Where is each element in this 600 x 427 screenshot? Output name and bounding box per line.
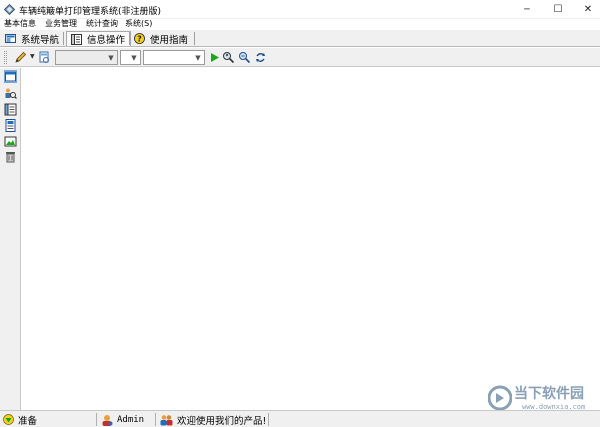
app-diamond-icon: [4, 4, 15, 15]
close-icon: ✕: [583, 4, 593, 15]
navigation-icon: [5, 34, 16, 43]
status-ready: 准备: [3, 413, 38, 427]
status-message: 欢迎使用我们的产品!: [160, 413, 267, 427]
watermark-logo-icon: [488, 385, 512, 411]
maximize-icon: ☐: [553, 4, 563, 15]
menu-basic-info[interactable]: 基本信息: [4, 19, 36, 29]
close-button[interactable]: ✕: [573, 0, 600, 19]
status-divider: [155, 413, 156, 426]
minimize-button[interactable]: ─: [512, 0, 542, 19]
edit-pencil-icon[interactable]: [14, 51, 27, 64]
status-arrow-icon: [3, 414, 14, 425]
document-icon[interactable]: [4, 119, 17, 132]
watermark-text: 当下软件园: [514, 386, 584, 402]
search-users-icon[interactable]: [4, 87, 17, 100]
minimize-icon: ─: [524, 4, 530, 15]
tab-divider: [194, 32, 195, 45]
zoom-search-icon[interactable]: [238, 51, 251, 64]
help-icon: ?: [134, 33, 145, 44]
chevron-down-icon: ▼: [131, 53, 137, 62]
info-panel-icon: [71, 33, 82, 45]
status-bar: 准备 Admin 欢迎使用我们的产品!: [0, 410, 600, 427]
status-divider: [96, 413, 97, 426]
window-icon: [5, 71, 16, 82]
run-icon[interactable]: [208, 51, 221, 64]
tab-navigation-label: 系统导航: [21, 34, 60, 46]
tab-divider: [63, 32, 64, 45]
search-user-icon[interactable]: [222, 51, 235, 64]
status-divider: [268, 413, 269, 426]
user-avatar-icon: [102, 414, 113, 426]
delete-bin-icon[interactable]: [4, 150, 17, 163]
welcome-message: 欢迎使用我们的产品!: [177, 415, 267, 427]
tab-bar: 系统导航 信息操作 ? 使用指南: [0, 30, 600, 47]
tab-divider: [129, 32, 130, 45]
tab-guide-label: 使用指南: [150, 34, 189, 46]
filter-value-select[interactable]: ▼: [143, 50, 205, 65]
chevron-down-icon: ▼: [195, 53, 201, 62]
refresh-icon[interactable]: [254, 51, 267, 64]
user-name: Admin: [117, 414, 145, 425]
tab-guide[interactable]: ? 使用指南: [134, 31, 188, 46]
menu-business[interactable]: 业务管理: [45, 19, 77, 29]
edit-dropdown-arrow[interactable]: ▼: [30, 53, 35, 60]
document-view-icon[interactable]: [38, 51, 51, 64]
chevron-down-icon: ▼: [108, 53, 114, 62]
title-bar: 车辆纯簸单打印管理系统(非注册版) ─ ☐ ✕: [0, 0, 600, 19]
svg-text:?: ?: [137, 35, 142, 44]
maximize-button[interactable]: ☐: [543, 0, 573, 19]
main-content-area[interactable]: [22, 68, 600, 410]
list-icon[interactable]: [4, 103, 17, 116]
tab-navigation[interactable]: 系统导航: [5, 31, 59, 46]
sidebar-window-button[interactable]: [4, 70, 17, 83]
status-user: Admin: [101, 413, 144, 426]
tab-info-ops-label: 信息操作: [87, 35, 126, 46]
operator-select[interactable]: ▼: [120, 50, 141, 65]
menu-statistics[interactable]: 统计查询: [86, 19, 118, 29]
window-title: 车辆纯簸单打印管理系统(非注册版): [19, 7, 162, 17]
image-icon[interactable]: [4, 135, 17, 148]
toolbar: ▼ ▼ ▼ ▼: [0, 48, 600, 67]
tab-info-ops[interactable]: 信息操作: [66, 31, 132, 46]
menu-system[interactable]: 系统(S): [125, 19, 152, 29]
menu-bar: 基本信息 业务管理 统计查询 系统(S): [0, 19, 600, 30]
sidebar: [0, 68, 21, 410]
status-text: 准备: [18, 415, 38, 427]
users-group-icon: [160, 414, 173, 425]
filter-field-select[interactable]: ▼: [55, 50, 118, 65]
toolbar-grip[interactable]: [4, 51, 7, 64]
